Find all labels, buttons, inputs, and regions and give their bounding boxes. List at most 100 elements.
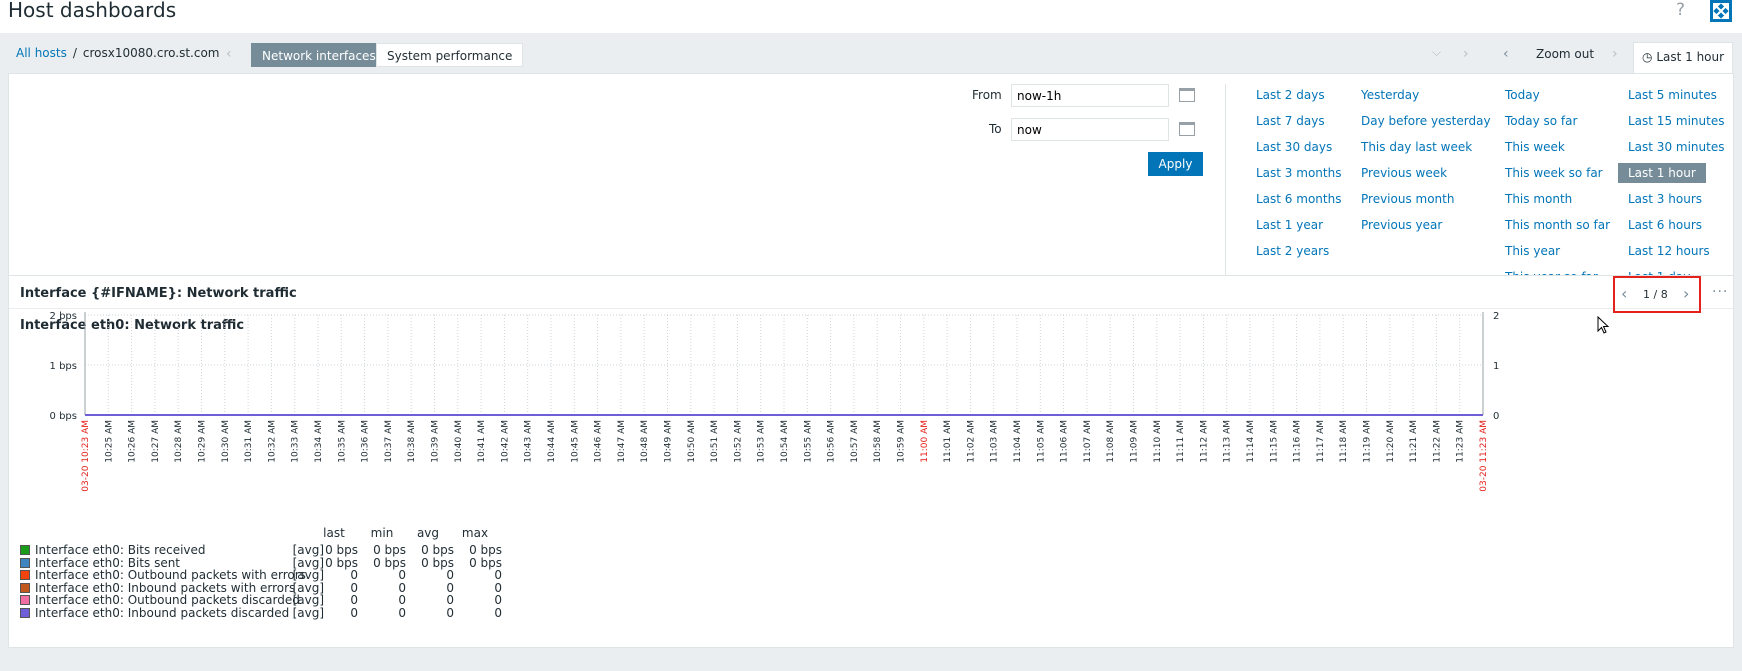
- x-tick-label: 10:39 AM: [431, 420, 441, 463]
- x-tick-label: 11:02 AM: [966, 420, 976, 463]
- quick-range-link[interactable]: This month so far: [1505, 218, 1610, 232]
- more-options-icon[interactable]: ···: [1712, 284, 1728, 300]
- tabs-prev-icon[interactable]: ‹: [226, 46, 232, 62]
- legend-row: Interface eth0: Inbound packets discarde…: [20, 606, 502, 620]
- quick-range-link[interactable]: Last 2 days: [1256, 88, 1325, 102]
- quick-range-link[interactable]: Last 6 months: [1256, 192, 1341, 206]
- quick-range-link[interactable]: Last 5 minutes: [1628, 88, 1717, 102]
- x-tick-label: 10:59 AM: [897, 420, 907, 463]
- x-tick-label: 10:49 AM: [664, 420, 674, 463]
- apply-button[interactable]: Apply: [1148, 152, 1203, 176]
- x-tick-label: 11:07 AM: [1083, 420, 1093, 463]
- pager-prev-icon[interactable]: ‹: [1621, 284, 1627, 303]
- help-icon[interactable]: ?: [1676, 0, 1685, 20]
- x-tick-label: 11:08 AM: [1106, 420, 1116, 463]
- x-tick-label: 11:10 AM: [1153, 420, 1163, 463]
- x-tick-label: 10:51 AM: [710, 420, 720, 463]
- widget-title: Interface {#IFNAME}: Network traffic: [20, 286, 297, 301]
- quick-range-link[interactable]: Today so far: [1505, 114, 1577, 128]
- quick-range-link[interactable]: Last 30 days: [1256, 140, 1332, 154]
- x-tick-label: 10:55 AM: [803, 420, 813, 463]
- fullscreen-button[interactable]: [1710, 0, 1732, 22]
- quick-range-link[interactable]: Last 15 minutes: [1628, 114, 1724, 128]
- breadcrumb: All hosts / crosx10080.cro.st.com: [16, 46, 219, 60]
- traffic-chart: 2 bps 2 1 bps 1 0 bps 0 03-20 10:23 AM 10:25 AM…: [50, 311, 1500, 492]
- time-prev-icon[interactable]: ‹: [1503, 46, 1509, 62]
- quick-range-link[interactable]: Day before yesterday: [1361, 114, 1491, 128]
- legend-swatch: [20, 608, 30, 618]
- quick-range-link[interactable]: Yesterday: [1361, 88, 1419, 102]
- time-forward-icon[interactable]: ›: [1612, 46, 1618, 62]
- quick-range-link[interactable]: This week: [1505, 140, 1565, 154]
- from-label: From: [972, 88, 1002, 102]
- x-tick-label: 11:00 AM: [920, 420, 930, 463]
- clock-icon: ◷: [1642, 50, 1653, 64]
- quick-range-link[interactable]: Today: [1505, 88, 1540, 102]
- chevron-down-icon[interactable]: ⌵: [1432, 45, 1441, 60]
- x-tick-label: 11:23 AM: [1456, 420, 1466, 463]
- y-right-tick-label: 0: [1493, 411, 1499, 422]
- quick-range-link[interactable]: This week so far: [1505, 166, 1603, 180]
- legend-swatch: [20, 595, 30, 606]
- quick-range-link[interactable]: Last 30 minutes: [1628, 140, 1724, 154]
- quick-range-link[interactable]: This month: [1505, 192, 1572, 206]
- to-input[interactable]: [1011, 118, 1169, 141]
- x-tick-label: 10:48 AM: [640, 420, 650, 463]
- quick-range-link[interactable]: This day last week: [1361, 140, 1472, 154]
- x-tick-label: 10:42 AM: [500, 420, 510, 463]
- quick-range-link[interactable]: Last 2 years: [1256, 244, 1329, 258]
- x-tick-label: 10:57 AM: [850, 420, 860, 463]
- x-tick-label: 10:33 AM: [291, 420, 301, 463]
- quick-range-link[interactable]: Last 7 days: [1256, 114, 1325, 128]
- legend-value-last: 0: [350, 606, 358, 620]
- tab-network-interfaces[interactable]: Network interfaces: [251, 43, 387, 67]
- x-tick-label: 11:13 AM: [1223, 420, 1233, 463]
- x-tick-label: 10:52 AM: [733, 420, 743, 463]
- x-tick-label: 10:54 AM: [780, 420, 790, 463]
- graph-widget: Interface {#IFNAME}: Network traffic ‹ 1…: [8, 275, 1734, 648]
- x-tick-label: 10:34 AM: [314, 420, 324, 463]
- page-title: Host dashboards: [8, 0, 177, 22]
- x-tick-label: 11:12 AM: [1199, 420, 1209, 463]
- breadcrumb-all-hosts[interactable]: All hosts: [16, 46, 67, 60]
- x-tick-label: 10:38 AM: [407, 420, 417, 463]
- quick-range-link[interactable]: Last 1 year: [1256, 218, 1323, 232]
- quick-range-link[interactable]: This year: [1505, 244, 1560, 258]
- zoom-out-button[interactable]: Zoom out: [1536, 47, 1594, 61]
- x-tick-label: 10:30 AM: [221, 420, 231, 463]
- x-tick-label: 10:28 AM: [174, 420, 184, 463]
- x-tick-label: 10:47 AM: [617, 420, 627, 463]
- quick-range-link-selected[interactable]: Last 1 hour: [1618, 163, 1706, 183]
- x-tick-label: 11:14 AM: [1246, 420, 1256, 463]
- x-tick-label: 10:46 AM: [594, 420, 604, 463]
- quick-range-link[interactable]: Last 12 hours: [1628, 244, 1710, 258]
- legend-value-avg: 0: [446, 606, 454, 620]
- y-tick-label: 1 bps: [50, 361, 77, 372]
- legend-header-min: min: [370, 526, 394, 540]
- time-next-icon[interactable]: ›: [1463, 46, 1469, 62]
- from-input[interactable]: [1011, 84, 1169, 107]
- x-tick-label: 10:37 AM: [384, 420, 394, 463]
- pager-next-icon[interactable]: ›: [1683, 284, 1689, 303]
- x-tick-label: 10:36 AM: [361, 420, 371, 463]
- quick-range-link[interactable]: Last 3 hours: [1628, 192, 1702, 206]
- time-selector-tab[interactable]: ◷ Last 1 hour: [1633, 42, 1733, 73]
- tab-system-performance[interactable]: System performance: [376, 43, 524, 67]
- x-tick-label: 10:31 AM: [244, 420, 254, 463]
- quick-range-link[interactable]: Last 6 hours: [1628, 218, 1702, 232]
- x-tick-label: 11:16 AM: [1293, 420, 1303, 463]
- x-tick-label: 10:43 AM: [524, 420, 534, 463]
- legend-header-last: last: [323, 526, 345, 540]
- calendar-icon[interactable]: [1179, 88, 1195, 102]
- quick-range-link[interactable]: Previous year: [1361, 218, 1442, 232]
- calendar-icon[interactable]: [1179, 122, 1195, 136]
- quick-range-link[interactable]: Previous week: [1361, 166, 1447, 180]
- quick-range-link[interactable]: Previous month: [1361, 192, 1454, 206]
- quick-range-link[interactable]: Last 3 months: [1256, 166, 1341, 180]
- x-tick-label: 11:22 AM: [1432, 420, 1442, 463]
- y-tick-label: 2 bps: [50, 311, 77, 322]
- x-tick-label: 10:50 AM: [687, 420, 697, 463]
- to-label: To: [989, 122, 1002, 136]
- x-tick-label: 10:41 AM: [477, 420, 487, 463]
- y-right-tick-label: 1: [1493, 361, 1499, 372]
